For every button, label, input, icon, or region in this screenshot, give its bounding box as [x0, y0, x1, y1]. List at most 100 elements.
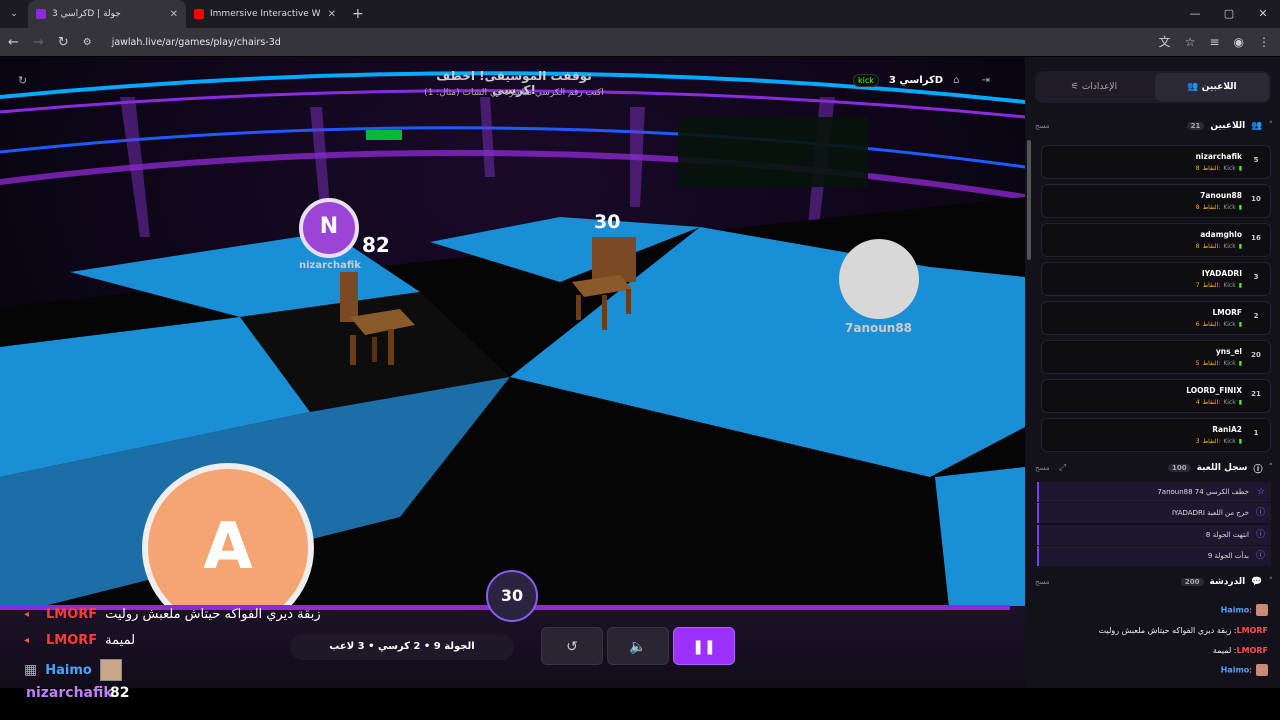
expand-icon[interactable]: ⤢ [1059, 463, 1066, 473]
tab-players-label: اللاعبين [1201, 82, 1237, 92]
back-icon[interactable]: ← [8, 35, 19, 50]
window-controls: — ▢ ✕ [1178, 0, 1280, 28]
new-tab-button[interactable]: + [352, 6, 364, 22]
tab-search-button[interactable]: ⌄ [0, 9, 28, 19]
menu-icon[interactable]: ⋮ [1258, 28, 1270, 56]
player-name: adamghlo [1200, 230, 1242, 239]
tab-title: كراسي 3D | جولة [52, 9, 121, 19]
tab-players[interactable]: 👥 اللاعبين [1155, 73, 1269, 101]
log-text: 7anoun88 خطف الكرسي 74 [1157, 488, 1249, 496]
close-window-icon[interactable]: ✕ [1246, 0, 1280, 28]
kick-badge: kick [853, 74, 879, 87]
log-text: انتهت الجولة 8 [1205, 531, 1249, 539]
player-rank: 1 [1253, 429, 1259, 437]
points-label: النقاط: [1202, 243, 1221, 250]
chat-user: LMORF [46, 607, 98, 622]
minimize-icon[interactable]: — [1178, 0, 1212, 28]
player-name: LMORF [1212, 308, 1242, 317]
close-tab-icon[interactable]: ✕ [328, 9, 336, 20]
reset-view-icon[interactable]: ↻ [18, 74, 27, 87]
kick-label: Kick [1223, 399, 1236, 406]
clear-players-button[interactable]: مسح [1035, 122, 1050, 130]
player-card[interactable]: 7anoun88 8 النقاط: Kick ▮ 10 [1041, 184, 1271, 218]
player-card[interactable]: LOORD_FINIX 4 النقاط: Kick ▮ 21 [1041, 379, 1271, 413]
player-name: RaniA2 [1212, 425, 1242, 434]
chat-count-badge: 200 [1180, 578, 1204, 586]
player-points: 7 [1195, 282, 1200, 289]
users-icon: 👥 [1187, 82, 1202, 92]
media-control-icon[interactable]: ≡ [1209, 28, 1219, 56]
translate-icon[interactable]: 文 [1159, 28, 1171, 56]
player-label-nizarchafik: nizarchafik [299, 260, 361, 271]
close-tab-icon[interactable]: ✕ [170, 9, 178, 20]
player-rank: 16 [1251, 234, 1261, 242]
chevron-up-icon[interactable]: ˄ [1269, 121, 1274, 131]
tab-settings[interactable]: ⚟ الإعدادات [1037, 73, 1151, 101]
player-card[interactable]: IYADADRI 7 النقاط: Kick ▮ 3 [1041, 262, 1271, 296]
chair-number-30: 30 [594, 211, 621, 233]
maximize-icon[interactable]: ▢ [1212, 0, 1246, 28]
players-section-header[interactable]: مسح 21 اللاعبين 👥 ˄ [1033, 116, 1273, 136]
player-rank: 20 [1251, 351, 1261, 359]
log-item: IYADADRI خرج من اللعبة ⓘ [1037, 503, 1271, 523]
clear-chat-button[interactable]: مسح [1035, 578, 1050, 586]
panel-chat-line: زبقة ديري الفواكه حيتاش ملعبش روليت :LMO… [1098, 626, 1268, 635]
player-card[interactable]: adamghlo 8 النقاط: Kick ▮ 16 [1041, 223, 1271, 257]
panel-scrollbar[interactable] [1027, 140, 1031, 260]
kick-chat-icon: ◂ [24, 634, 30, 646]
kick-label: Kick [1223, 321, 1236, 328]
profile-icon[interactable]: ◉ [1234, 28, 1244, 56]
kick-logo-icon: ▦ [24, 662, 38, 678]
tab-youtube[interactable]: Immersive Interactive Warm Up ✕ [186, 0, 344, 28]
info-icon: ⓘ [1255, 530, 1265, 540]
forward-icon[interactable]: → [33, 35, 44, 50]
points-label: النقاط: [1202, 282, 1221, 289]
chevron-up-icon[interactable]: ˄ [1269, 463, 1274, 473]
game-title: كراسي 3D [888, 75, 944, 86]
points-label: النقاط: [1202, 360, 1221, 367]
players-count-badge: 21 [1186, 122, 1205, 130]
url-field[interactable]: jawlah.live/ar/games/play/chairs-3d [112, 37, 281, 48]
chevron-up-icon[interactable]: ˄ [1269, 577, 1274, 587]
tab-game[interactable]: كراسي 3D | جولة ✕ [28, 0, 186, 28]
player-name: LOORD_FINIX [1186, 386, 1242, 395]
clear-log-button[interactable]: مسح [1035, 464, 1050, 472]
player-meta: 8 النقاط: Kick ▮ [1196, 165, 1242, 172]
stream-overlay-footer: nizarchafik 82 [0, 685, 1280, 720]
player-card[interactable]: LMORF 6 النقاط: Kick ▮ 2 [1041, 301, 1271, 335]
kick-icon: ▮ [1238, 399, 1242, 406]
chair-number-82: 82 [362, 233, 390, 257]
player-label-7anoun88: 7anoun88 [845, 321, 913, 335]
player-points: 4 [1195, 399, 1200, 406]
player-rank: 3 [1253, 273, 1259, 281]
player-rank: 2 [1253, 312, 1259, 320]
hud-instructions: اكتب رقم الكرسي مباشرة في الشات (مثال: 1… [424, 88, 604, 98]
log-header-label: سجل اللعبة [1196, 463, 1248, 473]
points-label: النقاط: [1202, 204, 1221, 211]
chat-user: Haimo [1220, 665, 1250, 675]
site-info-icon[interactable]: ⚙ [83, 37, 92, 48]
reload-icon[interactable]: ↻ [58, 35, 69, 50]
home-icon[interactable]: ⌂ [953, 75, 959, 86]
sound-button[interactable]: 🔈 [607, 627, 669, 665]
panel-chat-line: Haimo: [1221, 664, 1268, 676]
player-card[interactable]: nizarchafik 8 النقاط: Kick ▮ 5 [1041, 145, 1271, 179]
pause-button[interactable]: ❚❚ [673, 627, 735, 665]
chat-user: LMORF [1236, 646, 1268, 655]
player-card[interactable]: yns_el 5 النقاط: Kick ▮ 20 [1041, 340, 1271, 374]
kick-label: Kick [1223, 165, 1236, 172]
log-section-header[interactable]: مسح ⤢ 100 سجل اللعبة ⓘ ˄ [1033, 458, 1273, 478]
chat-bubble-icon: 💬 [1251, 577, 1263, 587]
player-meta: 6 النقاط: Kick ▮ [1196, 321, 1242, 328]
player-card[interactable]: RaniA2 3 النقاط: Kick ▮ 1 [1041, 418, 1271, 452]
youtube-favicon [194, 9, 204, 19]
side-panel: ⚟ الإعدادات 👥 اللاعبين مسح 21 اللاعبين 👥… [1025, 57, 1280, 688]
restart-button[interactable]: ↺ [541, 627, 603, 665]
player-ball-7anoun88 [839, 239, 919, 319]
kick-label: Kick [1223, 438, 1236, 445]
bookmark-star-icon[interactable]: ☆ [1185, 28, 1196, 56]
tab-title: Immersive Interactive Warm Up [210, 9, 320, 19]
exit-icon[interactable]: ⇥ [981, 75, 989, 86]
kick-icon: ▮ [1238, 243, 1242, 250]
chat-section-header[interactable]: مسح 200 الدردشة 💬 ˄ [1033, 572, 1273, 592]
